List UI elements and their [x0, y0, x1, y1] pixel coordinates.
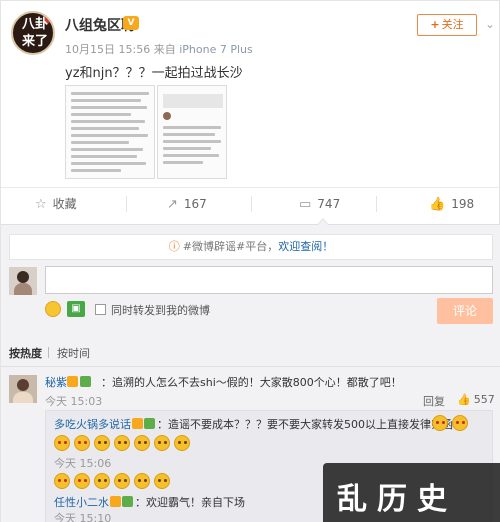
angry-emoji-icon: [74, 435, 90, 451]
weibo-post-card: 八卦 来了 八组兔区聘 V 10月15日 15:56 来自 iPhone 7 P…: [0, 0, 500, 522]
comment-panel-caret: [317, 218, 329, 225]
angry-emoji-icon: [54, 473, 70, 489]
like-count: 198: [451, 197, 475, 211]
comment-icon: ▭: [299, 197, 312, 212]
smile-emoji-icon: [154, 435, 170, 451]
watermark-text: 乱历史: [337, 482, 457, 517]
like-button[interactable]: 👍 198: [429, 188, 474, 220]
smile-emoji-icon: [134, 473, 150, 489]
emoji-icon[interactable]: [45, 301, 61, 317]
commenter-badges: [67, 375, 93, 389]
reply-time: 今天 15:06: [54, 457, 112, 470]
smile-emoji-icon: [154, 473, 170, 489]
comment-like-count: 557: [473, 393, 495, 406]
verified-badge-icon: V: [123, 16, 139, 30]
author-avatar[interactable]: 八卦 来了: [11, 11, 55, 55]
vip-badge-icon: [67, 376, 78, 387]
comment-button[interactable]: ▭ 747: [299, 188, 340, 220]
reply-text: ：造谣不要成本？？？要不要大家转发500以上直接发律师函: [157, 418, 453, 431]
post-date[interactable]: 10月15日 15:56: [65, 43, 150, 56]
star-icon: ☆: [35, 197, 47, 212]
smile-emoji-icon: [114, 435, 130, 451]
repost-icon: ↗: [167, 197, 178, 212]
angry-emoji-icon: [54, 435, 70, 451]
smile-emoji-icon: [174, 435, 190, 451]
vip-badge-icon: [132, 418, 143, 429]
post-text: yz和njn？？？一起拍过战长沙: [65, 66, 243, 81]
favorite-label: 收藏: [52, 197, 77, 211]
smile-emoji-icon: [114, 473, 130, 489]
vip-badge-icon: [110, 496, 121, 507]
commenter-avatar[interactable]: [9, 375, 37, 403]
thumbs-up-icon: 👍: [457, 393, 471, 406]
level-badge-icon: [144, 418, 155, 429]
comment-count: 747: [317, 197, 341, 211]
image-icon[interactable]: ▣: [67, 301, 85, 317]
reply-author[interactable]: 任性小二水: [54, 496, 109, 509]
reply-text: ：欢迎霸气！亲自下场: [135, 496, 245, 509]
post-action-bar: ☆ 收藏 ↗ 167 ▭ 747 👍 198: [1, 187, 500, 219]
post-meta: 10月15日 15:56 来自 iPhone 7 Plus: [65, 41, 253, 57]
reply-item: 多吃火锅多说话 ：造谣不要成本？？？要不要大家转发500以上直接发律师函: [54, 416, 453, 432]
angry-emoji-icon: [432, 415, 448, 431]
comment-time: 今天 15:03: [45, 395, 103, 408]
reply-time: 今天 15:10: [54, 512, 112, 522]
follow-label: 关注: [441, 18, 464, 31]
post-image-1[interactable]: [65, 85, 155, 179]
angry-emoji-icon: [452, 415, 468, 431]
comment-like-button[interactable]: 👍 557: [457, 393, 495, 406]
follow-button[interactable]: + 关注: [417, 14, 477, 36]
repost-count: 167: [183, 197, 207, 211]
tab-sort-time[interactable]: 按时间: [57, 345, 90, 361]
source-prefix: 来自: [153, 43, 176, 56]
submit-comment-button[interactable]: 评论: [437, 298, 493, 324]
post-image-2[interactable]: [157, 85, 227, 179]
chevron-down-icon[interactable]: ⌄: [485, 17, 495, 31]
avatar-text-bottom: 来了: [21, 34, 48, 49]
favorite-button[interactable]: ☆ 收藏: [35, 188, 77, 220]
comment-input[interactable]: [45, 266, 493, 294]
watermark: 乱历史: [323, 463, 500, 522]
angry-emoji-icon: [74, 473, 90, 489]
thumbs-up-icon: 👍: [429, 197, 446, 212]
comment-text: ：追溯的人怎么不去shi～假的！大家散800个心！都散了吧！: [101, 376, 402, 389]
repost-checkbox[interactable]: [95, 304, 106, 315]
notice-tag: #微博辟谣#: [182, 240, 246, 253]
smile-emoji-icon: [134, 435, 150, 451]
smile-emoji-icon: [94, 473, 110, 489]
my-avatar: [9, 267, 37, 295]
level-badge-icon: [122, 496, 133, 507]
reply-button[interactable]: 回复: [423, 393, 445, 409]
plus-icon: +: [430, 18, 440, 31]
commenter-name[interactable]: 秘紫: [45, 374, 67, 390]
comment-sort: 按热度 按时间: [1, 337, 500, 367]
reply-author[interactable]: 多吃火锅多说话: [54, 418, 131, 431]
reply-item: 任性小二水 ：欢迎霸气！亲自下场: [54, 494, 245, 510]
rumor-notice: ⓘ #微博辟谣#平台，欢迎查阅！: [9, 234, 493, 260]
notice-text: 平台，: [245, 240, 279, 253]
notice-link[interactable]: 欢迎查阅！: [278, 240, 333, 253]
repost-checkbox-label: 同时转发到我的微博: [111, 304, 210, 317]
post-source[interactable]: iPhone 7 Plus: [179, 43, 253, 56]
level-badge-icon: [80, 376, 91, 387]
smile-emoji-icon: [94, 435, 110, 451]
tab-sort-hot[interactable]: 按热度: [9, 345, 42, 361]
info-icon: ⓘ: [168, 240, 180, 253]
avatar-text-top: 八卦: [21, 17, 48, 32]
repost-button[interactable]: ↗ 167: [167, 188, 207, 220]
